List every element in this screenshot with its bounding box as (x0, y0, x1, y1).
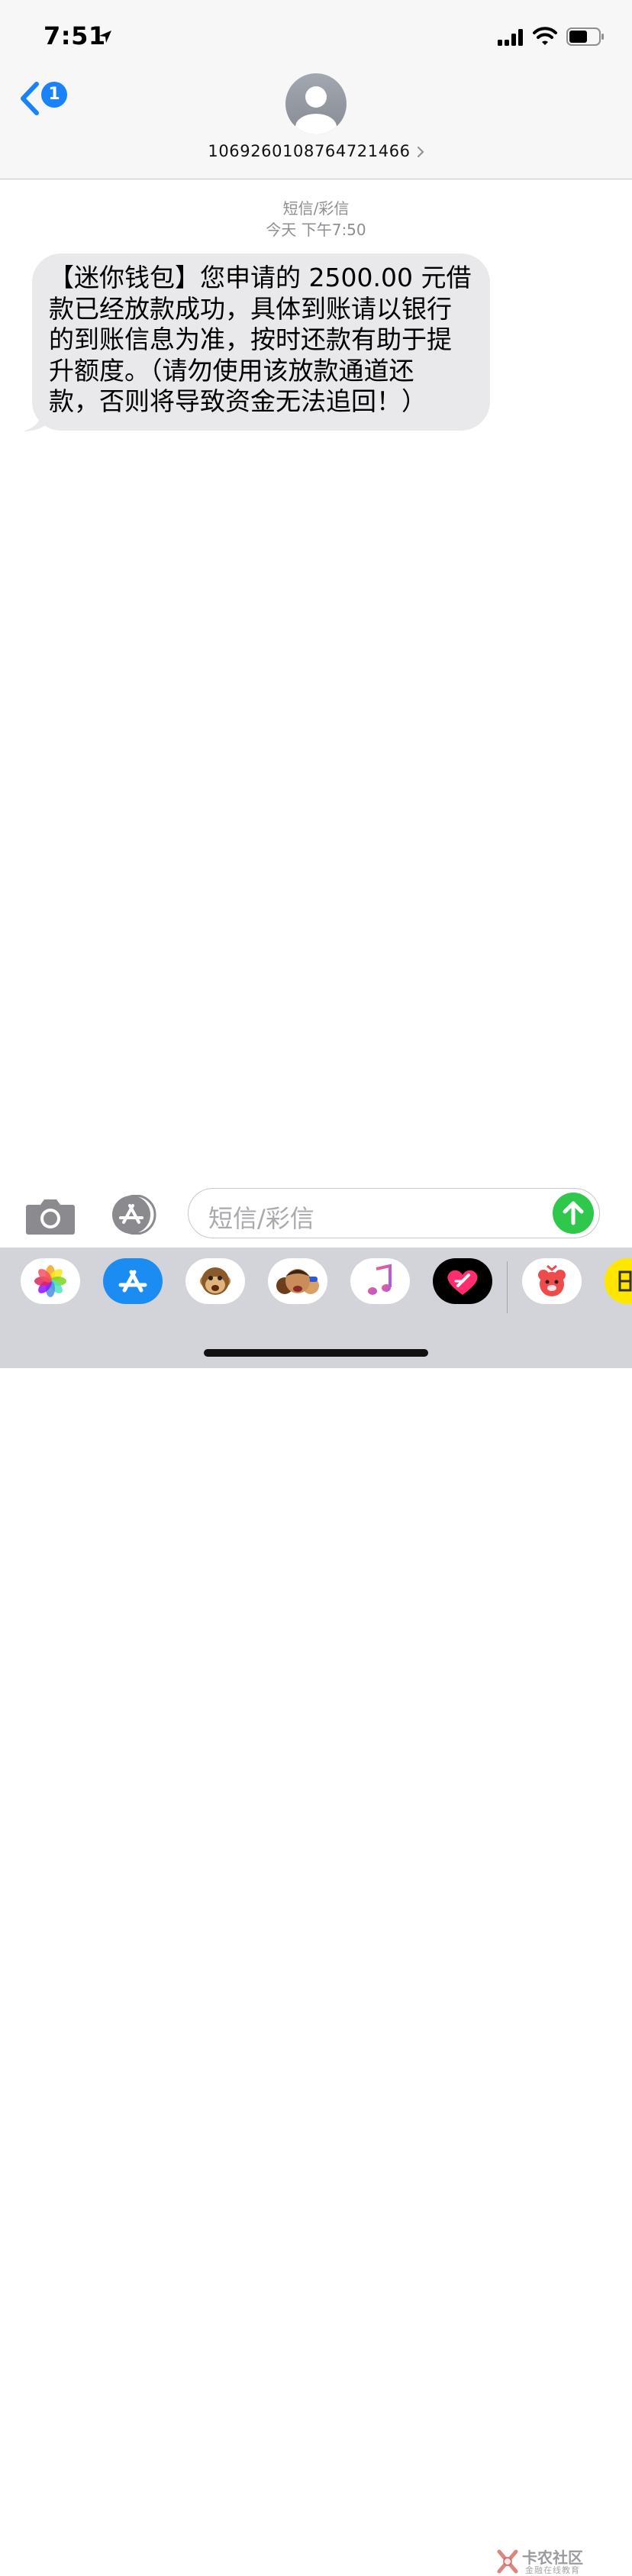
back-chevron-icon[interactable] (18, 81, 40, 116)
memoji-icon[interactable] (268, 1258, 327, 1304)
message-composer: 短信/彩信 (0, 1180, 632, 1246)
battery-icon (566, 27, 604, 46)
music-icon[interactable] (350, 1258, 410, 1304)
contact-number-row[interactable]: 1069260108764721466 (0, 142, 632, 160)
message-line: 【迷你钱包】您申请的 2500.00 元借 (49, 263, 472, 292)
incoming-message-bubble[interactable]: 【迷你钱包】您申请的 2500.00 元借 款已经放款成功，具体到账请以银行 的… (32, 253, 490, 431)
message-input[interactable]: 短信/彩信 (188, 1188, 600, 1238)
service-label: 短信/彩信 (282, 199, 350, 218)
drawer-divider (507, 1261, 508, 1313)
contact-avatar[interactable] (285, 73, 347, 134)
photos-icon[interactable] (21, 1258, 80, 1304)
status-time: 7:51 (44, 21, 106, 50)
location-arrow-icon (99, 31, 111, 43)
yellow-app-icon[interactable] (605, 1258, 632, 1304)
camera-icon[interactable] (25, 1196, 76, 1235)
animoji-icon[interactable] (185, 1258, 245, 1304)
digital-touch-icon[interactable] (433, 1258, 492, 1304)
chevron-right-icon (417, 147, 424, 157)
message-timestamp: 今天 下午7:50 (266, 221, 366, 239)
bear-app-icon[interactable] (522, 1258, 582, 1304)
message-input-placeholder: 短信/彩信 (208, 1204, 314, 1233)
message-line: 款已经放款成功，具体到账请以银行 (49, 293, 452, 324)
watermark-logo-icon (497, 2549, 518, 2574)
home-indicator[interactable] (204, 1349, 428, 1357)
watermark-subtitle: 金融在线教育 (525, 2565, 580, 2575)
wifi-icon (533, 27, 557, 45)
app-store-drawer-icon[interactable] (105, 1195, 162, 1235)
conversation-header: 7:51 1 1069260108764721466 (0, 0, 632, 179)
unread-count-badge[interactable]: 1 (41, 82, 67, 108)
message-meta: 短信/彩信 今天 下午7:50 (0, 198, 632, 240)
cellular-signal-icon (498, 29, 523, 46)
app-store-icon[interactable] (103, 1258, 163, 1304)
message-line: 款，否则将导致资金无法追回！） (49, 386, 427, 416)
contact-number[interactable]: 1069260108764721466 (208, 142, 410, 160)
watermark: 卡农社区 金融在线教育 (495, 2545, 588, 2576)
message-line: 升额度。（请勿使用该放款通道还 (49, 355, 414, 386)
message-line: 的到账信息为准，按时还款有助于提 (49, 324, 452, 354)
send-button[interactable] (553, 1193, 594, 1234)
arrow-up-icon (563, 1201, 584, 1225)
